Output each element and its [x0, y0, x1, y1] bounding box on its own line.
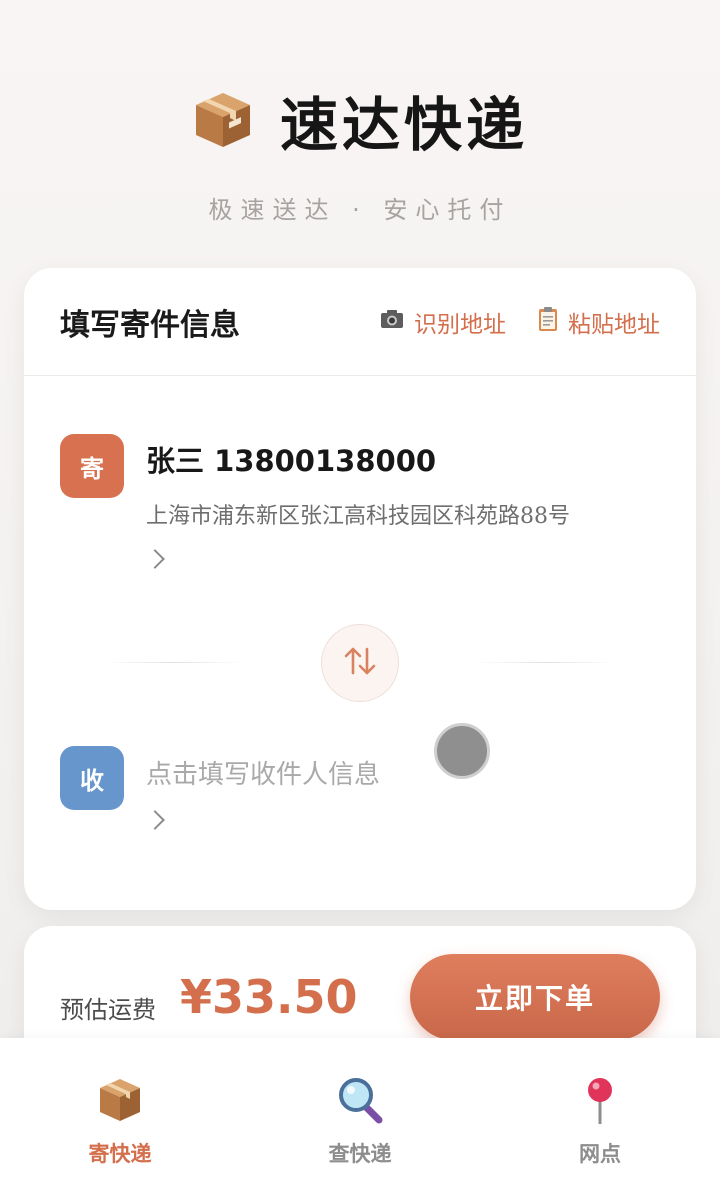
chevron-right-icon [145, 549, 165, 569]
receiver-badge: 收 [60, 746, 124, 810]
touch-indicator [434, 723, 490, 779]
app-title: 速达快递 [279, 91, 528, 159]
receiver-row[interactable]: 收 点击填写收件人信息 [60, 746, 660, 830]
package-icon [97, 1076, 143, 1124]
place-order-button[interactable]: 立即下单 [410, 954, 660, 1040]
sender-name-phone: 张三 13800138000 [146, 444, 437, 478]
pin-icon [577, 1076, 623, 1125]
clipboard-icon [538, 306, 558, 338]
paste-address-label: 粘贴地址 [568, 311, 660, 338]
shipping-form-card: 填写寄件信息 识别地址 粘贴地址 寄 张三 13800138000 上海市浦东新… [24, 268, 696, 910]
swap-arrows-icon [342, 643, 378, 683]
nav-item-send[interactable]: 寄快递 [20, 1076, 220, 1168]
divider-left [104, 662, 244, 663]
app-subtitle: 极速送达 · 安心托付 [208, 196, 512, 224]
estimated-fee-label: 预估运费 [60, 996, 156, 1024]
receiver-info: 点击填写收件人信息 [145, 746, 381, 830]
magnifier-icon [337, 1076, 383, 1124]
form-card-header: 填写寄件信息 识别地址 粘贴地址 [24, 268, 696, 376]
sender-badge: 寄 [60, 434, 124, 498]
divider-right [476, 662, 616, 663]
address-actions: 识别地址 粘贴地址 [380, 305, 660, 339]
bottom-nav: 寄快递 查快递 网点 [0, 1038, 720, 1188]
estimated-fee-value: ¥33.50 [180, 970, 358, 1024]
nav-item-outlets[interactable]: 网点 [500, 1076, 700, 1168]
swap-addresses-button[interactable] [321, 624, 399, 702]
recognize-address-label: 识别地址 [414, 311, 506, 338]
sender-info: 张三 13800138000 上海市浦东新区张江高科技园区科苑路88号 [145, 434, 570, 569]
nav-label-outlets: 网点 [579, 1142, 621, 1166]
chevron-right-icon [145, 810, 165, 830]
camera-icon [380, 309, 404, 335]
nav-item-track[interactable]: 查快递 [260, 1076, 460, 1168]
nav-label-track: 查快递 [328, 1142, 392, 1166]
paste-address-button[interactable]: 粘贴地址 [538, 305, 660, 339]
receiver-placeholder: 点击填写收件人信息 [146, 760, 381, 790]
sender-row[interactable]: 寄 张三 13800138000 上海市浦东新区张江高科技园区科苑路88号 [60, 434, 660, 569]
sender-address: 上海市浦东新区张江高科技园区科苑路88号 [146, 504, 570, 529]
recognize-address-button[interactable]: 识别地址 [380, 305, 506, 339]
package-icon [192, 89, 254, 151]
form-title: 填写寄件信息 [60, 307, 240, 343]
app-header: 速达快递 极速送达 · 安心托付 [0, 78, 720, 225]
nav-label-send: 寄快递 [88, 1142, 152, 1166]
title-row: 速达快递 [0, 78, 720, 162]
